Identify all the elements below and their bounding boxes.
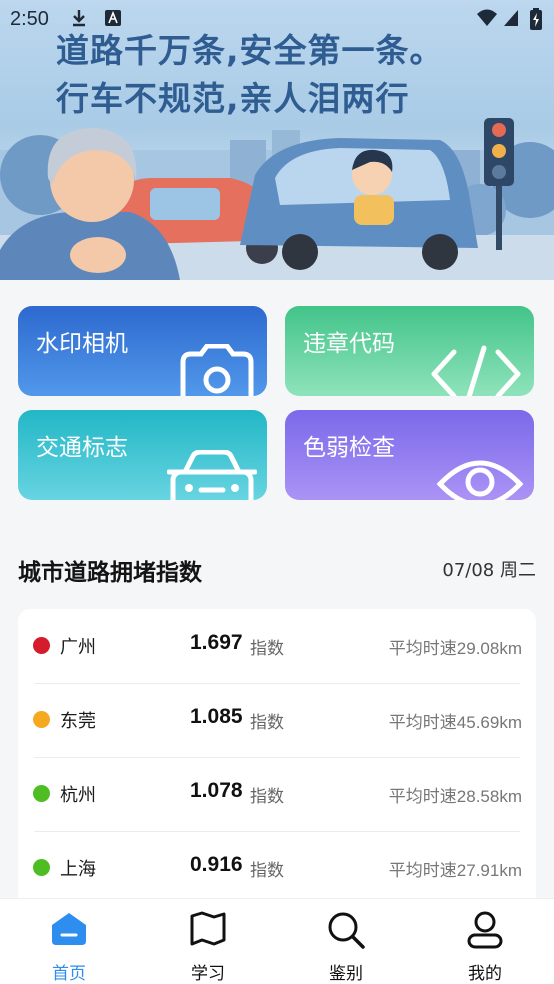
congestion-index: 1.085 (190, 705, 243, 728)
violation-code-card[interactable]: 违章代码 (285, 306, 534, 396)
congestion-index: 0.916 (190, 853, 243, 876)
status-dot (33, 711, 50, 728)
row-divider (34, 757, 520, 758)
speed-prefix: 平均时速 (388, 861, 457, 880)
index-unit: 指数 (250, 639, 284, 659)
congestion-index: 1.697 (190, 631, 243, 654)
speed-value: 27.91km (456, 861, 522, 880)
watermark-camera-card[interactable]: 水印相机 (18, 306, 267, 396)
status-dot (33, 859, 50, 876)
nav-study-label: 学习 (191, 964, 225, 984)
congestion-index: 1.078 (190, 779, 243, 802)
city-name: 上海 (60, 859, 96, 880)
battery-icon (530, 8, 542, 30)
congestion-list: 广州 1.697 指数 平均时速29.08km 东莞 1.085 指数 平均时速… (18, 609, 536, 909)
code-icon (431, 345, 521, 396)
car-icon (167, 450, 257, 500)
speed-prefix: 平均时速 (388, 639, 457, 658)
congestion-row-shanghai[interactable]: 上海 0.916 指数 平均时速27.91km (18, 831, 536, 905)
speed-prefix: 平均时速 (388, 713, 457, 732)
bottom-navigation: 首页 学习 鉴别 我的 (0, 898, 554, 984)
book-icon (190, 911, 226, 946)
nav-profile-label: 我的 (468, 964, 502, 984)
speed-prefix: 平均时速 (388, 787, 457, 806)
city-name: 广州 (60, 637, 96, 658)
traffic-sign-card[interactable]: 交通标志 (18, 410, 267, 500)
banner-slogan-line2: 行车不规范,亲人泪两行 (56, 79, 410, 118)
row-divider (34, 831, 520, 832)
city-name: 东莞 (60, 711, 96, 732)
banner: 道路千万条,安全第一条。 行车不规范,亲人泪两行 (0, 0, 554, 280)
nav-identify-label: 鉴别 (329, 964, 363, 984)
status-bar: 2:50 (0, 0, 554, 38)
index-unit: 指数 (250, 861, 284, 881)
card-label: 色弱检查 (303, 435, 395, 461)
row-divider (34, 683, 520, 684)
notification-app-icon (105, 10, 121, 26)
camera-icon (180, 344, 254, 396)
home-icon (52, 913, 86, 945)
card-label: 水印相机 (36, 331, 128, 357)
download-icon (73, 10, 85, 27)
congestion-section-title: 城市道路拥堵指数 (18, 560, 202, 586)
signal-icon (504, 10, 518, 26)
nav-profile[interactable]: 我的 (416, 899, 554, 984)
speed-value: 45.69km (456, 713, 522, 732)
congestion-row-dongguan[interactable]: 东莞 1.085 指数 平均时速45.69km (18, 683, 536, 757)
average-speed: 平均时速45.69km (389, 708, 522, 733)
congestion-date: 07/08 周二 (442, 560, 536, 581)
user-icon (467, 911, 503, 949)
nav-study[interactable]: 学习 (139, 899, 277, 984)
card-label: 交通标志 (36, 435, 128, 461)
status-dot (33, 637, 50, 654)
speed-value: 28.58km (456, 787, 522, 806)
status-dot (33, 785, 50, 802)
search-icon (328, 912, 365, 949)
color-weakness-test-card[interactable]: 色弱检查 (285, 410, 534, 500)
congestion-row-guangzhou[interactable]: 广州 1.697 指数 平均时速29.08km (18, 609, 536, 683)
card-label: 违章代码 (303, 331, 395, 357)
average-speed: 平均时速27.91km (389, 856, 522, 881)
city-name: 杭州 (60, 785, 96, 806)
nav-identify[interactable]: 鉴别 (277, 899, 415, 984)
wifi-icon (477, 9, 497, 26)
index-unit: 指数 (250, 787, 284, 807)
average-speed: 平均时速29.08km (389, 634, 522, 659)
speed-value: 29.08km (456, 639, 522, 658)
status-time: 2:50 (10, 8, 49, 30)
average-speed: 平均时速28.58km (389, 782, 522, 807)
nav-home[interactable]: 首页 (0, 899, 138, 984)
eye-icon (436, 460, 524, 500)
index-unit: 指数 (250, 713, 284, 733)
nav-home-label: 首页 (52, 964, 86, 984)
congestion-row-hangzhou[interactable]: 杭州 1.078 指数 平均时速28.58km (18, 757, 536, 831)
